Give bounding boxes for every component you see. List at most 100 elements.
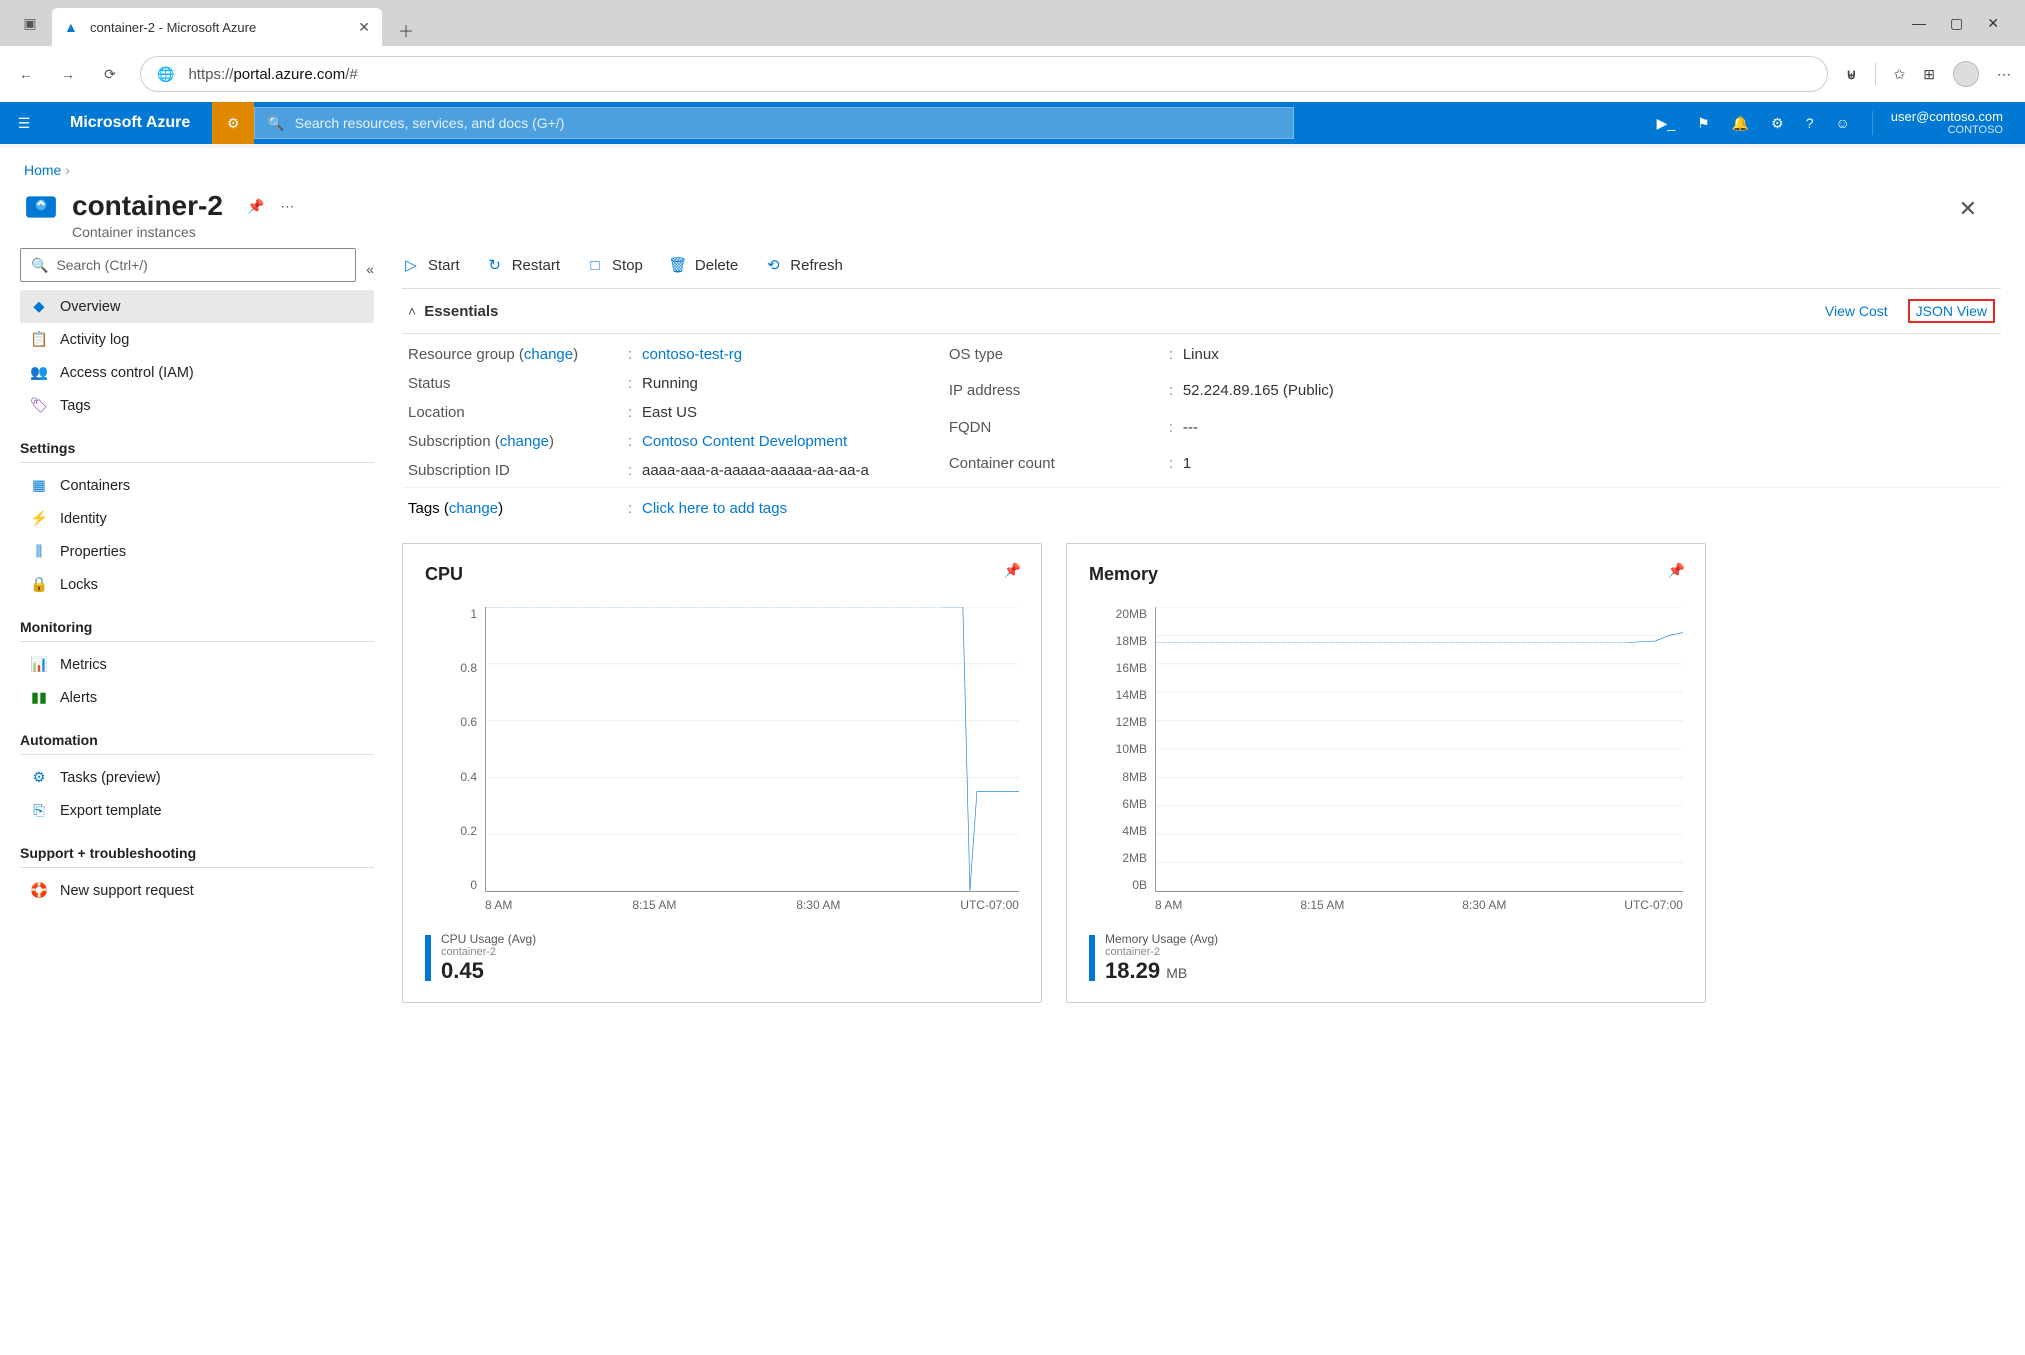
- notifications-icon[interactable]: 🔔: [1732, 115, 1749, 132]
- nav-label: New support request: [60, 883, 194, 899]
- feedback-icon[interactable]: ☺: [1836, 115, 1850, 131]
- restart-button[interactable]: ↻Restart: [486, 256, 560, 274]
- memory-line-svg: [1156, 607, 1683, 891]
- nav-containers[interactable]: ▦Containers: [20, 469, 374, 502]
- collections-icon[interactable]: ⊞: [1923, 66, 1935, 83]
- nav-tasks[interactable]: ⚙Tasks (preview): [20, 761, 374, 794]
- pin-icon[interactable]: 📌: [247, 198, 264, 215]
- divider: [1872, 111, 1873, 135]
- subscription-value[interactable]: Contoso Content Development: [642, 433, 847, 450]
- cloud-shell-icon[interactable]: ▶_: [1657, 115, 1676, 132]
- divider: [1875, 63, 1876, 85]
- window-controls: — ▢ ✕: [1912, 15, 2017, 32]
- browser-tab[interactable]: ▲ container-2 - Microsoft Azure ✕: [52, 8, 382, 46]
- browser-chrome: ▣ ▲ container-2 - Microsoft Azure ✕ ＋ — …: [0, 0, 2025, 46]
- view-cost-link[interactable]: View Cost: [1825, 303, 1888, 319]
- essentials-col-left: Resource group (change):contoso-test-rg …: [408, 346, 869, 479]
- json-view-link[interactable]: JSON View: [1916, 303, 1987, 319]
- blade-close-button[interactable]: ✕: [1959, 196, 2001, 222]
- profile-avatar[interactable]: [1953, 61, 1979, 87]
- global-search[interactable]: 🔍: [254, 107, 1294, 139]
- breadcrumb-home[interactable]: Home: [24, 162, 61, 178]
- change-sub-link[interactable]: change: [500, 433, 549, 450]
- subscription-id-value: aaaa-aaa-a-aaaaa-aaaaa-aa-aa-a: [642, 462, 869, 479]
- settings-icon[interactable]: ⚙: [1771, 115, 1784, 132]
- tag-icon: 🏷: [30, 397, 48, 415]
- charts-row: CPU 📌 10.80.60.40.20 8 AM8:15 AM8:30 AMU…: [402, 543, 2001, 1003]
- nav-label: Identity: [60, 511, 107, 527]
- portal-menu-button[interactable]: ☰: [0, 102, 48, 144]
- resource-group-value[interactable]: contoso-test-rg: [642, 346, 742, 363]
- start-button[interactable]: ▷Start: [402, 256, 460, 274]
- collapse-nav-icon[interactable]: «: [366, 261, 374, 277]
- tab-close-icon[interactable]: ✕: [358, 19, 370, 36]
- nav-alerts[interactable]: ▮▮Alerts: [20, 681, 374, 714]
- change-rg-link[interactable]: change: [524, 346, 573, 363]
- help-icon[interactable]: ?: [1806, 115, 1814, 131]
- essentials-label: Essentials: [424, 303, 498, 320]
- status-value: Running: [642, 375, 869, 392]
- subscription-id-label: Subscription ID: [408, 462, 628, 479]
- refresh-button[interactable]: ⟲Refresh: [764, 256, 843, 274]
- tab-well-icon[interactable]: ▣: [8, 0, 52, 46]
- url-box[interactable]: 🌐 https://portal.azure.com/#: [140, 56, 1828, 92]
- more-icon[interactable]: ⋯: [280, 198, 294, 215]
- site-info-icon[interactable]: 🌐: [157, 66, 174, 83]
- content-row: 🔍 Search (Ctrl+/) « ◆Overview 📋Activity …: [0, 248, 2025, 1023]
- preview-badge-icon[interactable]: ⚙: [212, 102, 254, 144]
- overview-icon: ◆: [30, 298, 48, 316]
- forward-button[interactable]: →: [56, 62, 80, 86]
- azure-brand[interactable]: Microsoft Azure: [48, 114, 212, 132]
- nav-access-control[interactable]: 👥Access control (IAM): [20, 356, 374, 389]
- new-tab-button[interactable]: ＋: [390, 14, 422, 46]
- nav-export-template[interactable]: ⎘Export template: [20, 794, 374, 827]
- refresh-icon: ⟲: [764, 256, 782, 274]
- back-button[interactable]: ←: [14, 62, 38, 86]
- account-email: user@contoso.com: [1891, 110, 2003, 124]
- stop-icon: □: [586, 256, 604, 274]
- nav-metrics[interactable]: 📊Metrics: [20, 648, 374, 681]
- window-maximize-icon[interactable]: ▢: [1950, 15, 1963, 32]
- stop-button[interactable]: □Stop: [586, 256, 643, 274]
- nav-tags[interactable]: 🏷 Tags: [20, 389, 374, 422]
- directory-filter-icon[interactable]: ⚑: [1697, 115, 1710, 132]
- cpu-chart-plot: 10.80.60.40.20: [425, 607, 1019, 892]
- properties-icon: ⫼: [30, 543, 48, 561]
- change-tags-link[interactable]: change: [449, 500, 498, 517]
- global-search-input[interactable]: [295, 115, 1282, 131]
- ip-address-value: 52.224.89.165 (Public): [1183, 382, 1334, 406]
- account-menu[interactable]: user@contoso.com CONTOSO: [1891, 110, 2025, 136]
- metrics-icon: 📊: [30, 656, 48, 674]
- os-type-value: Linux: [1183, 346, 1334, 370]
- window-close-icon[interactable]: ✕: [1987, 15, 1999, 32]
- pin-icon[interactable]: 📌: [1004, 562, 1021, 579]
- nav-new-support-request[interactable]: 🛟New support request: [20, 874, 374, 907]
- nav-overview[interactable]: ◆Overview: [20, 290, 374, 323]
- json-view-highlight: JSON View: [1908, 299, 1995, 323]
- nav-identity[interactable]: ⚡Identity: [20, 502, 374, 535]
- extension-icon[interactable]: ⊎: [1846, 66, 1856, 83]
- search-icon: 🔍: [267, 115, 284, 132]
- essentials-header[interactable]: ˄ Essentials View Cost JSON View: [402, 288, 2001, 334]
- add-tags-link[interactable]: Click here to add tags: [642, 500, 787, 517]
- os-type-label: OS type: [949, 346, 1169, 370]
- nav-section-monitoring: Monitoring: [20, 619, 374, 635]
- delete-button[interactable]: 🗑Delete: [669, 256, 738, 274]
- nav-properties[interactable]: ⫼Properties: [20, 535, 374, 568]
- nav-label: Tags: [60, 398, 91, 414]
- subscription-label: Subscription (change): [408, 433, 628, 450]
- reload-button[interactable]: ⟳: [98, 62, 122, 86]
- nav-locks[interactable]: 🔒Locks: [20, 568, 374, 601]
- nav-activity-log[interactable]: 📋Activity log: [20, 323, 374, 356]
- window-minimize-icon[interactable]: —: [1912, 15, 1926, 32]
- pin-icon[interactable]: 📌: [1668, 562, 1685, 579]
- local-search[interactable]: 🔍 Search (Ctrl+/): [20, 248, 356, 282]
- more-icon[interactable]: ⋯: [1997, 66, 2011, 83]
- tab-title: container-2 - Microsoft Azure: [90, 20, 348, 35]
- search-icon: 🔍: [31, 257, 48, 274]
- favorites-icon[interactable]: ✩: [1894, 66, 1906, 83]
- tab-strip: ▣ ▲ container-2 - Microsoft Azure ✕ ＋: [8, 0, 422, 46]
- container-count-value: 1: [1183, 455, 1334, 479]
- tags-row: Tags (change):Click here to add tags: [402, 487, 2001, 525]
- azure-favicon-icon: ▲: [64, 19, 80, 35]
